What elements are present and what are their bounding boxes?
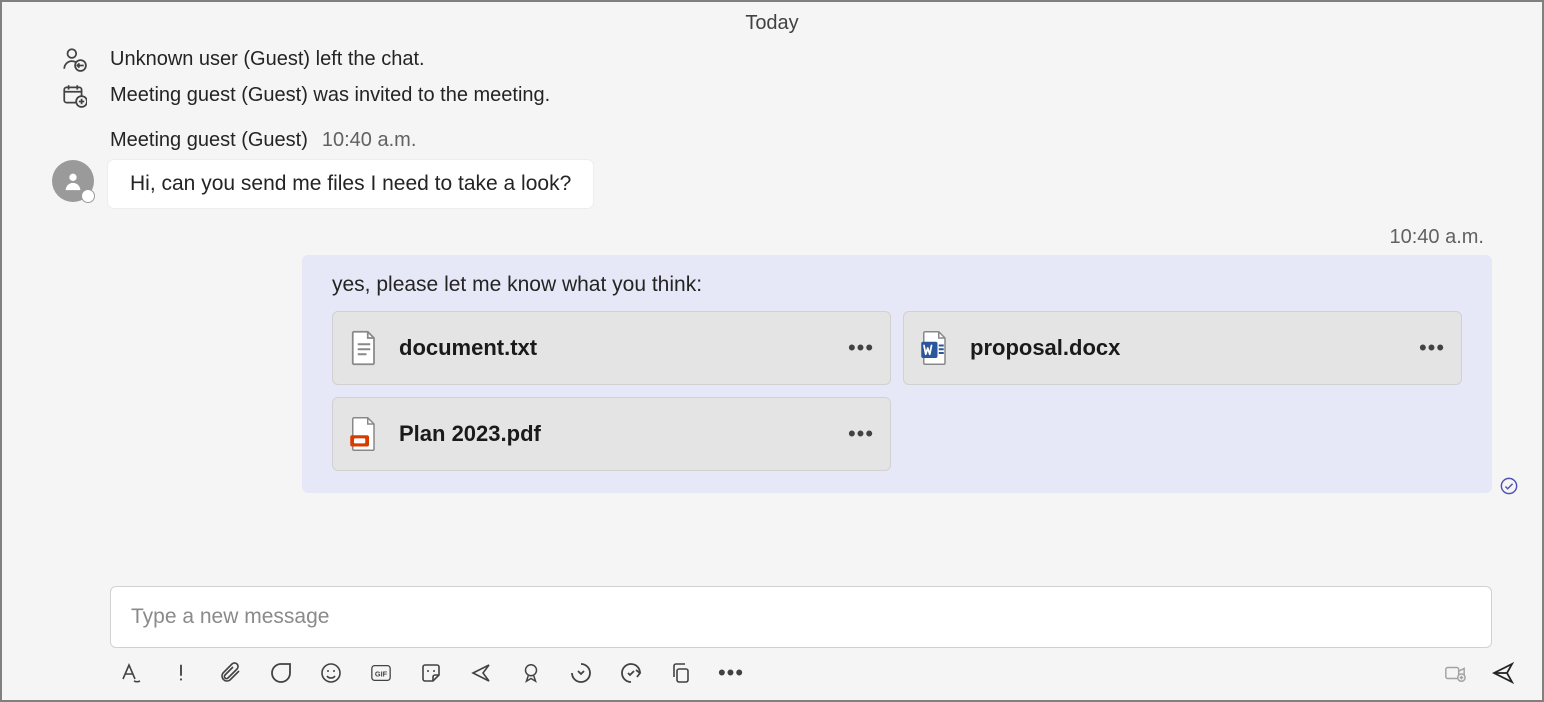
message-timestamp: 10:40 a.m. bbox=[1389, 226, 1492, 249]
meeting-invite-icon bbox=[60, 81, 88, 109]
format-icon[interactable] bbox=[118, 660, 144, 686]
avatar[interactable] bbox=[52, 160, 94, 202]
file-name: document.txt bbox=[399, 335, 828, 361]
attach-icon[interactable] bbox=[218, 660, 244, 686]
file-name: proposal.docx bbox=[970, 335, 1399, 361]
system-event-user-left: Unknown user (Guest) left the chat. bbox=[2, 41, 1542, 77]
priority-icon[interactable] bbox=[168, 660, 194, 686]
message-bubble-outgoing[interactable]: yes, please let me know what you think: … bbox=[302, 255, 1492, 493]
system-event-meeting-invite: Meeting guest (Guest) was invited to the… bbox=[2, 77, 1542, 113]
file-more-button[interactable]: ••• bbox=[846, 335, 876, 361]
pdf-file-icon bbox=[347, 415, 381, 453]
file-attachment[interactable]: proposal.docx ••• bbox=[903, 311, 1462, 385]
text-file-icon bbox=[347, 329, 381, 367]
svg-text:GIF: GIF bbox=[375, 670, 388, 679]
file-more-button[interactable]: ••• bbox=[1417, 335, 1447, 361]
word-file-icon bbox=[918, 329, 952, 367]
file-more-button[interactable]: ••• bbox=[846, 421, 876, 447]
message-text: yes, please let me know what you think: bbox=[332, 273, 1462, 297]
approvals-icon[interactable] bbox=[518, 660, 544, 686]
file-attachment[interactable]: document.txt ••• bbox=[332, 311, 891, 385]
presence-indicator bbox=[81, 189, 95, 203]
message-bubble-incoming[interactable]: Hi, can you send me files I need to take… bbox=[108, 160, 593, 208]
incoming-message: Meeting guest (Guest) 10:40 a.m. Hi, can… bbox=[2, 129, 1542, 208]
more-icon[interactable]: ••• bbox=[718, 660, 744, 686]
actions-icon[interactable] bbox=[468, 660, 494, 686]
copy-icon[interactable] bbox=[668, 660, 694, 686]
message-text: Hi, can you send me files I need to take… bbox=[130, 172, 571, 195]
system-event-text: Meeting guest (Guest) was invited to the… bbox=[110, 84, 550, 107]
sticker-icon[interactable] bbox=[418, 660, 444, 686]
composer-toolbar: GIF ••• bbox=[110, 660, 1492, 686]
send-button[interactable] bbox=[1490, 661, 1516, 685]
message-timestamp: 10:40 a.m. bbox=[322, 129, 417, 152]
message-input[interactable] bbox=[110, 586, 1492, 648]
file-name: Plan 2023.pdf bbox=[399, 421, 828, 447]
composer: GIF ••• bbox=[2, 586, 1542, 700]
message-sender: Meeting guest (Guest) bbox=[110, 129, 308, 152]
emoji-icon[interactable] bbox=[318, 660, 344, 686]
sent-check-icon bbox=[1500, 477, 1518, 495]
updates-icon[interactable] bbox=[618, 660, 644, 686]
person-left-icon bbox=[60, 45, 88, 73]
loop-icon[interactable] bbox=[268, 660, 294, 686]
outgoing-message: 10:40 a.m. yes, please let me know what … bbox=[2, 226, 1542, 493]
date-separator: Today bbox=[2, 2, 1542, 41]
video-clip-icon[interactable] bbox=[1442, 662, 1468, 684]
gif-icon[interactable]: GIF bbox=[368, 660, 394, 686]
file-attachment[interactable]: Plan 2023.pdf ••• bbox=[332, 397, 891, 471]
viva-icon[interactable] bbox=[568, 660, 594, 686]
system-event-text: Unknown user (Guest) left the chat. bbox=[110, 48, 425, 71]
